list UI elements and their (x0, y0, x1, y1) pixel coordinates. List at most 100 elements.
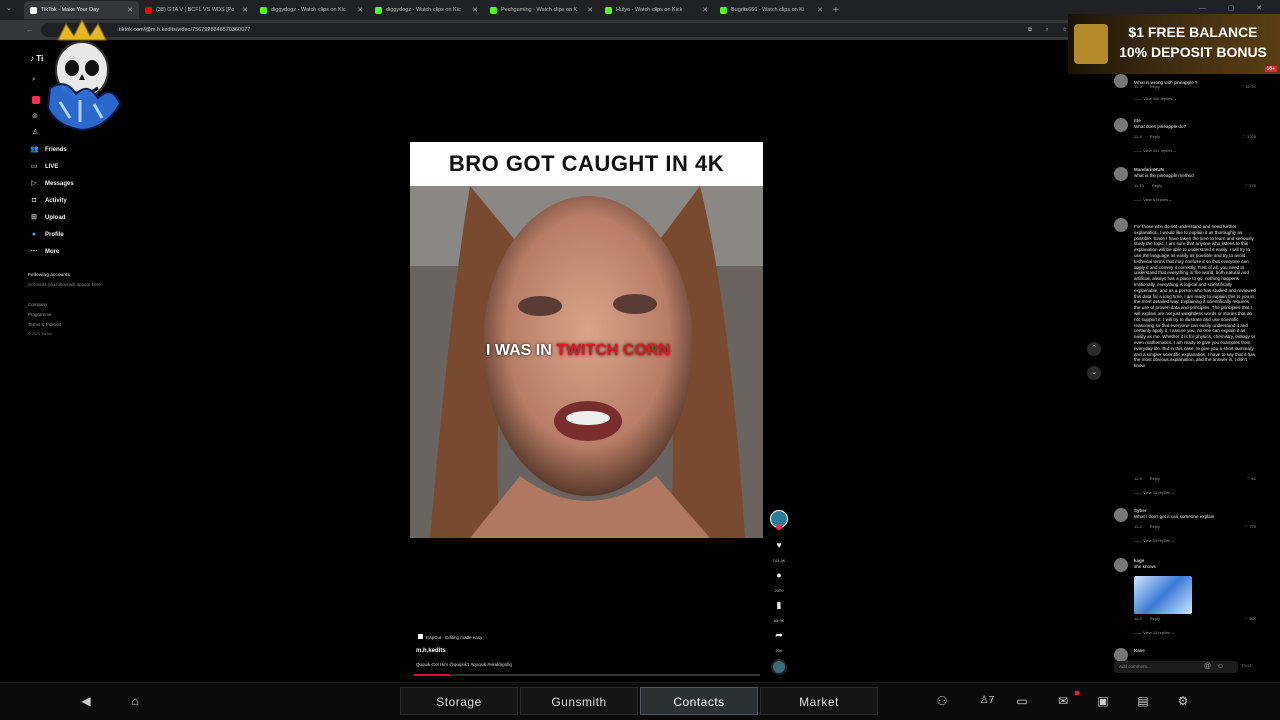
sidebar-item-more[interactable]: ⋯ More (30, 248, 60, 256)
reply-button[interactable]: Reply (1150, 84, 1160, 89)
reply-button[interactable]: Reply (1152, 183, 1162, 188)
address-actions-icon[interactable]: ⧉ ⌕ ☆ (1028, 27, 1073, 34)
shop-bag-icon[interactable]: ▣ (1093, 691, 1113, 711)
footer-link-company[interactable]: Company (28, 302, 47, 307)
commenter-avatar[interactable] (1114, 74, 1128, 88)
tab-close-icon[interactable]: ✕ (817, 6, 823, 14)
notes-icon[interactable]: ▤ (1133, 691, 1153, 711)
commenter-avatar[interactable] (1114, 118, 1128, 132)
emoji-icon[interactable]: ☺ (1217, 663, 1224, 670)
reply-button[interactable]: Reply (1150, 476, 1160, 481)
tab-title: diggydogz - Watch clips on Kic (271, 7, 346, 13)
commenter-avatar[interactable] (1114, 508, 1128, 522)
tab-favicon-icon (605, 6, 612, 14)
friends-count-icon[interactable]: ♙7 (974, 691, 1000, 711)
casino-ad-banner[interactable]: $1 FREE BALANCE 10% DEPOSIT BONUS 18+ (1068, 14, 1280, 74)
mention-icon[interactable]: @ (1204, 663, 1211, 670)
browser-tab[interactable]: diggydogz - Watch clips on Kic ✕ (254, 1, 369, 19)
reply-button[interactable]: Reply (1150, 616, 1160, 621)
browser-tab[interactable]: diggydogz - Watch clips on Kic ✕ (369, 1, 484, 19)
footer-link-programme[interactable]: Programme (28, 312, 52, 317)
video-description: Qoquik Got Him @qoqsik1 #qoqsik #viralcl… (416, 662, 512, 667)
previous-video-button[interactable]: ⌃ (1087, 342, 1101, 356)
sidebar-item-label: Friends (45, 147, 67, 153)
sidebar-item-messages[interactable]: ▷ Messages (30, 180, 73, 188)
tab-close-icon[interactable]: ✕ (127, 6, 133, 14)
comment-like-count[interactable]: ♡ 46K (1234, 616, 1256, 621)
settings-gear-icon[interactable]: ⚙ (1173, 691, 1193, 711)
squad-icon[interactable]: ⚇ (932, 691, 952, 711)
like-icon[interactable]: ♥ (772, 540, 786, 550)
bookmark-icon[interactable]: ▮ (772, 600, 786, 611)
tab-favicon-icon (30, 6, 37, 14)
tab-close-icon[interactable]: ✕ (472, 6, 478, 14)
capcut-tag[interactable]: CapCut · Editing made easy (418, 634, 482, 640)
streamer-skull-logo (46, 18, 122, 132)
sidebar-item-profile[interactable]: ● Profile (30, 231, 64, 239)
more-icon: ⋯ (30, 248, 38, 255)
view-replies-button[interactable]: —— View 31 replies ⌄ (1134, 538, 1175, 543)
market-button[interactable]: Market (760, 687, 878, 715)
share-icon[interactable]: ➦ (772, 630, 786, 641)
sidebar-item-upload[interactable]: ⊞ Upload (30, 214, 65, 222)
tab-close-icon[interactable]: ✕ (357, 6, 363, 14)
post-comment-button[interactable]: Post (1242, 663, 1251, 668)
browser-tab[interactable]: Pechgaming - Watch clips on K ✕ (484, 1, 599, 19)
video-progress-fill (414, 674, 449, 676)
sidebar-item-friends[interactable]: 👥 Friends (30, 146, 67, 154)
comment-icon[interactable]: ● (772, 570, 786, 580)
chat-icon[interactable]: ▭ (1012, 691, 1032, 711)
browser-tab[interactable]: Bugrits666 - Watch clips on Ki ✕ (714, 1, 829, 19)
video-progress-bar[interactable] (414, 674, 760, 676)
tab-close-icon[interactable]: ✕ (587, 6, 593, 14)
music-disc-icon[interactable] (771, 659, 787, 675)
comment-like-count[interactable]: ♡ 61 (1234, 476, 1256, 481)
comment-like-count[interactable]: ♡ 575 (1234, 183, 1256, 188)
sidebar-item-live[interactable]: ▭ LIVE (30, 163, 59, 171)
browser-tab[interactable]: Hulyo - Watch clips on Kick ✕ (599, 1, 714, 19)
back-arrow-icon[interactable]: ◀ (76, 691, 96, 711)
url-field[interactable]: tiktok.com/@m.h.kedits/video/75679288465… (41, 23, 1081, 37)
view-replies-button[interactable]: —— View 12 replies ⌄ (1134, 490, 1175, 495)
window-controls[interactable]: — ▢ ✕ (1199, 4, 1272, 12)
contacts-button[interactable]: Contacts (640, 687, 758, 715)
comment-username[interactable]: Syber (1134, 508, 1147, 513)
browser-menu-icon[interactable]: ⌄ (6, 4, 12, 12)
comment-image[interactable] (1134, 576, 1192, 614)
comment-username[interactable]: MandarinHUN (1134, 167, 1164, 172)
footer-link-terms[interactable]: Terms & Policies (28, 322, 61, 327)
browser-tab[interactable]: TikTok - Make Your Day ✕ (24, 1, 139, 19)
comment-username[interactable]: kage (1134, 558, 1144, 563)
messages-icon: ▷ (31, 180, 37, 187)
commenter-avatar[interactable] (1114, 167, 1128, 181)
reply-button[interactable]: Reply (1150, 134, 1160, 139)
tab-close-icon[interactable]: ✕ (242, 6, 248, 14)
sidebar-item-activity[interactable]: ◘ Activity (30, 197, 67, 205)
next-video-button[interactable]: ⌄ (1087, 366, 1101, 380)
comment-like-count[interactable]: ♡ 3225 (1234, 134, 1256, 139)
comment-like-count[interactable]: ♡ 31.7K (1234, 84, 1256, 89)
commenter-avatar[interactable] (1114, 558, 1128, 572)
back-icon[interactable]: ← (26, 27, 33, 34)
gunsmith-button[interactable]: Gunsmith (520, 687, 638, 715)
home-icon[interactable]: ⌂ (125, 691, 145, 711)
comment-username[interactable]: Kase (1134, 648, 1145, 653)
comment-username[interactable]: itte (1134, 118, 1141, 123)
view-replies-button[interactable]: —— View 196 replies ⌄ (1134, 96, 1177, 101)
commenter-avatar[interactable] (1114, 218, 1128, 232)
commenter-avatar[interactable] (1114, 648, 1128, 662)
reply-button[interactable]: Reply (1150, 524, 1160, 529)
storage-button[interactable]: Storage (400, 687, 518, 715)
new-tab-button[interactable]: + (833, 5, 839, 16)
view-replies-button[interactable]: —— View 131 replies ⌄ (1134, 148, 1177, 153)
view-replies-button[interactable]: —— View 12 replies ⌄ (1134, 630, 1175, 635)
video-username[interactable]: m.h.kedits (416, 648, 446, 654)
video-player[interactable]: BRO GOT CAUGHT IN 4K I WAS IN TWITCH COR… (410, 142, 763, 538)
view-replies-button[interactable]: —— View 6 replies ⌄ (1134, 197, 1172, 202)
follow-plus-icon[interactable] (776, 524, 782, 530)
mail-icon[interactable]: ✉ (1053, 691, 1073, 711)
browser-tab[interactable]: (38) GTA V | BCFL VS WDS [Po ✕ (139, 1, 254, 19)
comment-like-count[interactable]: ♡ 779 (1234, 524, 1256, 529)
tab-close-icon[interactable]: ✕ (702, 6, 708, 14)
comment-footer: 11-3 Reply (1134, 616, 1160, 621)
